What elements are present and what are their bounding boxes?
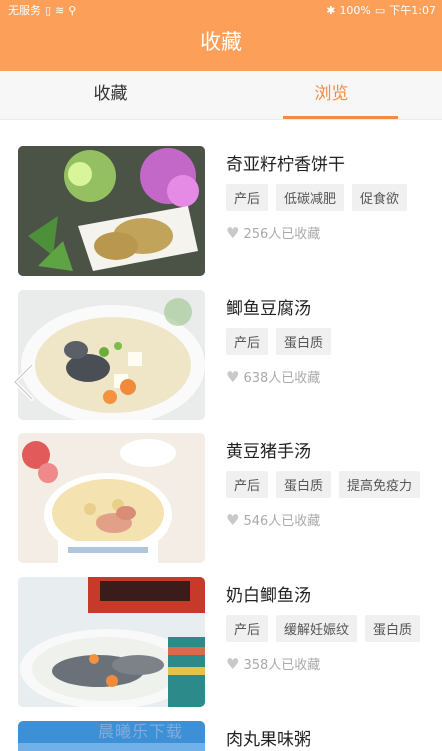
recipe-thumbnail <box>18 146 205 276</box>
favorite-count-text: 546人已收藏 <box>243 514 321 529</box>
recipe-name: 鲫鱼豆腐汤 <box>226 299 311 319</box>
tag: 缓解妊娠纹 <box>276 615 358 642</box>
recipe-info: 鲫鱼豆腐汤 产后 蛋白质 ♥ 638人已收藏 <box>226 290 428 386</box>
recipe-thumbnail <box>18 577 205 707</box>
recipe-info: 奶白鲫鱼汤 产后 缓解妊娠纹 蛋白质 ♥ 358人已收藏 <box>226 577 428 673</box>
recipe-thumbnail <box>18 433 205 563</box>
heart-icon: ♥ <box>226 223 240 242</box>
recipe-info: 奇亚籽柠香饼干 产后 低碳减肥 促食欲 ♥ 256人已收藏 <box>226 146 428 242</box>
recipe-name: 奶白鲫鱼汤 <box>226 586 311 606</box>
tag-list: 产后 缓解妊娠纹 蛋白质 <box>226 615 428 642</box>
list-item[interactable]: 黄豆猪手汤 产后 蛋白质 提高免疫力 ♥ 546人已收藏 <box>18 433 428 563</box>
time-text: 下午1:07 <box>389 4 436 17</box>
list-item[interactable]: 奶白鲫鱼汤 产后 缓解妊娠纹 蛋白质 ♥ 358人已收藏 <box>18 577 428 707</box>
tag-list: 产后 低碳减肥 促食欲 <box>226 184 428 211</box>
tag: 低碳减肥 <box>276 184 345 211</box>
favorite-count-text: 256人已收藏 <box>243 227 321 242</box>
battery-icon: ▭ <box>374 3 386 17</box>
favorite-count: ♥ 546人已收藏 <box>226 510 428 530</box>
tag: 产后 <box>226 615 269 642</box>
tag: 蛋白质 <box>276 471 332 498</box>
sim-icon: ▯ <box>45 3 52 17</box>
favorite-count-text: 358人已收藏 <box>243 658 321 673</box>
recipe-thumbnail <box>18 290 205 420</box>
list-item[interactable]: 肉丸果味粥 <box>18 721 428 751</box>
tag-list: 产后 蛋白质 提高免疫力 <box>226 471 428 498</box>
recipe-name: 肉丸果味粥 <box>226 730 311 750</box>
wifi-icon: ≋ <box>55 3 65 17</box>
heart-icon: ♥ <box>226 367 240 386</box>
status-bar: 无服务 ▯ ≋ ⚲ ✱ 100% ▭ 下午1:07 <box>0 0 442 20</box>
watermark-text: 晨曦乐下载 <box>98 722 184 741</box>
app-header: 无服务 ▯ ≋ ⚲ ✱ 100% ▭ 下午1:07 收藏 <box>0 0 442 71</box>
page-title: 收藏 <box>200 30 242 54</box>
tag: 产后 <box>226 184 269 211</box>
back-arrow-icon[interactable] <box>10 362 36 402</box>
favorite-count-text: 638人已收藏 <box>243 371 321 386</box>
tab-favorites[interactable]: 收藏 <box>0 71 221 119</box>
favorite-count: ♥ 638人已收藏 <box>226 367 428 387</box>
recipe-name: 黄豆猪手汤 <box>226 442 311 462</box>
tab-browse[interactable]: 浏览 <box>221 71 442 119</box>
battery-text: 100% <box>339 3 371 17</box>
tag-list: 产后 蛋白质 <box>226 328 428 355</box>
tag: 蛋白质 <box>276 328 332 355</box>
tag: 提高免疫力 <box>339 471 421 498</box>
recipe-info: 黄豆猪手汤 产后 蛋白质 提高免疫力 ♥ 546人已收藏 <box>226 433 428 529</box>
heart-icon: ♥ <box>226 654 240 673</box>
tag: 促食欲 <box>352 184 408 211</box>
bluetooth-icon: ✱ <box>326 3 336 17</box>
location-icon: ⚲ <box>68 3 77 17</box>
tag: 产后 <box>226 328 269 355</box>
list-item[interactable]: 奇亚籽柠香饼干 产后 低碳减肥 促食欲 ♥ 256人已收藏 <box>18 146 428 276</box>
tag: 产后 <box>226 471 269 498</box>
favorite-count: ♥ 256人已收藏 <box>226 223 428 243</box>
carrier-text: 无服务 <box>8 4 41 17</box>
list-item[interactable]: 鲫鱼豆腐汤 产后 蛋白质 ♥ 638人已收藏 <box>18 290 428 420</box>
tag: 蛋白质 <box>365 615 421 642</box>
recipe-name: 奇亚籽柠香饼干 <box>226 155 345 175</box>
recipe-info: 肉丸果味粥 <box>226 721 428 750</box>
tab-bar: 收藏 浏览 <box>0 71 442 120</box>
heart-icon: ♥ <box>226 510 240 529</box>
favorite-count: ♥ 358人已收藏 <box>226 654 428 674</box>
